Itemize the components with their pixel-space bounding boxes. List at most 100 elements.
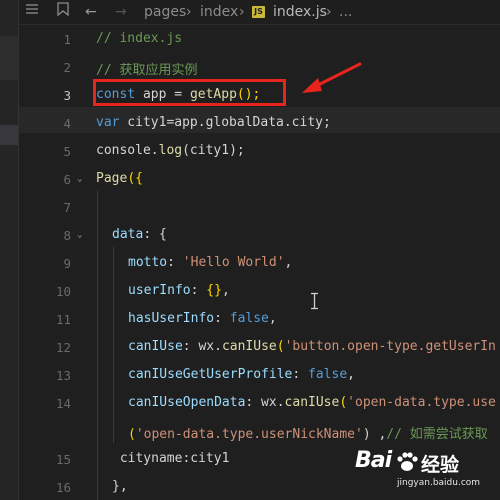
code-token: canIUseOpenData bbox=[128, 395, 246, 410]
code-token: data bbox=[112, 227, 144, 242]
code-line[interactable]: canIUseGetUserProfile: false, bbox=[128, 367, 355, 382]
code-line[interactable]: }, bbox=[112, 479, 128, 494]
watermark-brand-jingyan: 经验 bbox=[421, 454, 460, 476]
code-token: canIUse bbox=[221, 339, 277, 354]
code-token: // 如需尝试获取 bbox=[386, 427, 488, 442]
code-token: , bbox=[347, 367, 355, 382]
fold-chevron-icon[interactable]: ⌄ bbox=[77, 230, 82, 240]
code-token: Page bbox=[96, 171, 128, 186]
code-token: : wx. bbox=[182, 339, 222, 354]
code-token: : bbox=[190, 283, 207, 298]
activity-sidebar bbox=[0, 0, 18, 500]
breadcrumb-separator-icon: › bbox=[239, 4, 245, 20]
code-token: console. bbox=[96, 143, 159, 158]
text-cursor-icon bbox=[311, 292, 318, 310]
code-line[interactable]: hasUserInfo: false, bbox=[128, 311, 277, 326]
code-token: cityname:city1 bbox=[112, 451, 230, 466]
line-number: 2 bbox=[63, 60, 71, 75]
line-number: 7 bbox=[63, 200, 71, 215]
line-number: 4 bbox=[63, 116, 71, 131]
code-line[interactable]: motto: 'Hello World', bbox=[128, 255, 292, 270]
code-token: : bbox=[292, 367, 309, 382]
breadcrumb-pages[interactable]: pages bbox=[144, 2, 186, 22]
code-token: canIUse bbox=[128, 339, 183, 354]
code-line[interactable]: // 获取应用实例 bbox=[96, 59, 197, 78]
code-line[interactable]: data: { bbox=[112, 227, 167, 242]
code-line[interactable]: Page({ bbox=[96, 171, 143, 186]
js-file-icon: JS bbox=[252, 2, 265, 22]
line-number: 10 bbox=[55, 284, 71, 299]
code-token: {} bbox=[206, 283, 222, 298]
annotation-arrow-icon bbox=[302, 62, 362, 93]
code-token: ( bbox=[276, 339, 285, 354]
code-line[interactable]: // index.js bbox=[96, 31, 182, 46]
code-token: motto bbox=[128, 255, 168, 270]
annotation-highlight-box bbox=[93, 79, 286, 106]
code-token: false bbox=[229, 311, 269, 326]
sidebar-selected-item[interactable] bbox=[0, 125, 18, 145]
breadcrumb-separator-icon: › bbox=[326, 4, 332, 20]
code-token: canIUseGetUserProfile bbox=[128, 367, 293, 382]
baidu-jingyan-watermark: Bai 经验 jingyan.baidu.com bbox=[355, 448, 495, 498]
line-number: 6 bbox=[63, 172, 71, 187]
fold-chevron-icon[interactable]: ⌄ bbox=[77, 174, 82, 184]
back-arrow-icon[interactable]: ← bbox=[85, 2, 97, 22]
menu-icon[interactable] bbox=[25, 2, 39, 22]
line-number: 5 bbox=[63, 144, 71, 159]
code-token: false bbox=[308, 367, 348, 382]
breadcrumb-index-file[interactable]: index.js bbox=[273, 2, 327, 22]
editor-breadcrumb-bar: ← → pages › index › JS index.js › ... bbox=[19, 0, 500, 25]
code-token: canIUse bbox=[284, 395, 340, 410]
line-number: 14 bbox=[55, 396, 71, 411]
indent-guide bbox=[113, 247, 114, 443]
code-token: ) , bbox=[362, 427, 387, 442]
line-number: 8 bbox=[63, 228, 71, 243]
sidebar-panel-block bbox=[0, 36, 18, 80]
code-token: : { bbox=[143, 227, 167, 242]
code-token: city1=app.globalData.city; bbox=[119, 115, 331, 130]
code-line[interactable]: userInfo: {}, bbox=[128, 283, 230, 298]
line-number: 11 bbox=[55, 312, 71, 327]
code-line[interactable]: ('open-data.type.userNickName') ,// 如需尝试… bbox=[128, 423, 488, 442]
code-token: 'Hello World' bbox=[182, 255, 285, 270]
code-token: ({ bbox=[127, 171, 143, 186]
line-number: 3 bbox=[63, 88, 71, 103]
line-number: 1 bbox=[63, 32, 71, 47]
indent-guide bbox=[97, 191, 98, 500]
code-token: 'button.open-type.getUserIn bbox=[284, 339, 496, 354]
code-line[interactable]: canIUse: wx.canIUse('button.open-type.ge… bbox=[128, 339, 496, 354]
code-token: // 获取应用实例 bbox=[96, 63, 198, 78]
code-line[interactable]: canIUseOpenData: wx.canIUse('open-data.t… bbox=[128, 395, 496, 410]
line-number: 15 bbox=[55, 452, 71, 467]
code-line[interactable]: cityname:city1 bbox=[112, 451, 230, 466]
code-token: 'open-data.type.userNickName' bbox=[135, 427, 363, 442]
bookmark-icon[interactable] bbox=[57, 2, 69, 22]
breadcrumb-index-folder[interactable]: index bbox=[200, 2, 238, 22]
breadcrumb-more[interactable]: ... bbox=[339, 2, 352, 22]
code-token: : wx. bbox=[245, 395, 285, 410]
code-token: (city1); bbox=[182, 143, 245, 158]
code-token: , bbox=[268, 311, 277, 326]
code-token: : bbox=[214, 311, 230, 326]
code-token: 'open-data.type.use bbox=[347, 395, 496, 410]
line-number: 13 bbox=[55, 368, 71, 383]
code-token: , bbox=[284, 255, 293, 270]
code-token: ( bbox=[128, 427, 136, 442]
line-number: 12 bbox=[55, 340, 71, 355]
watermark-url: jingyan.baidu.com bbox=[397, 478, 481, 488]
breadcrumb-separator-icon: › bbox=[186, 4, 192, 20]
code-token: // index.js bbox=[96, 31, 183, 46]
code-token: userInfo bbox=[128, 283, 191, 298]
code-token: }, bbox=[112, 479, 128, 494]
forward-arrow-icon[interactable]: → bbox=[115, 2, 127, 22]
code-token: : bbox=[167, 255, 183, 270]
code-token: var bbox=[96, 115, 120, 130]
line-number: 16 bbox=[55, 480, 71, 495]
code-token: hasUserInfo bbox=[128, 311, 215, 326]
watermark-brand-bai: Bai bbox=[355, 448, 392, 473]
code-line[interactable]: var city1=app.globalData.city; bbox=[96, 115, 331, 130]
line-number: 9 bbox=[63, 256, 71, 271]
baidu-paw-icon bbox=[397, 452, 418, 471]
code-token: , bbox=[221, 283, 230, 298]
code-line[interactable]: console.log(city1); bbox=[96, 143, 245, 158]
